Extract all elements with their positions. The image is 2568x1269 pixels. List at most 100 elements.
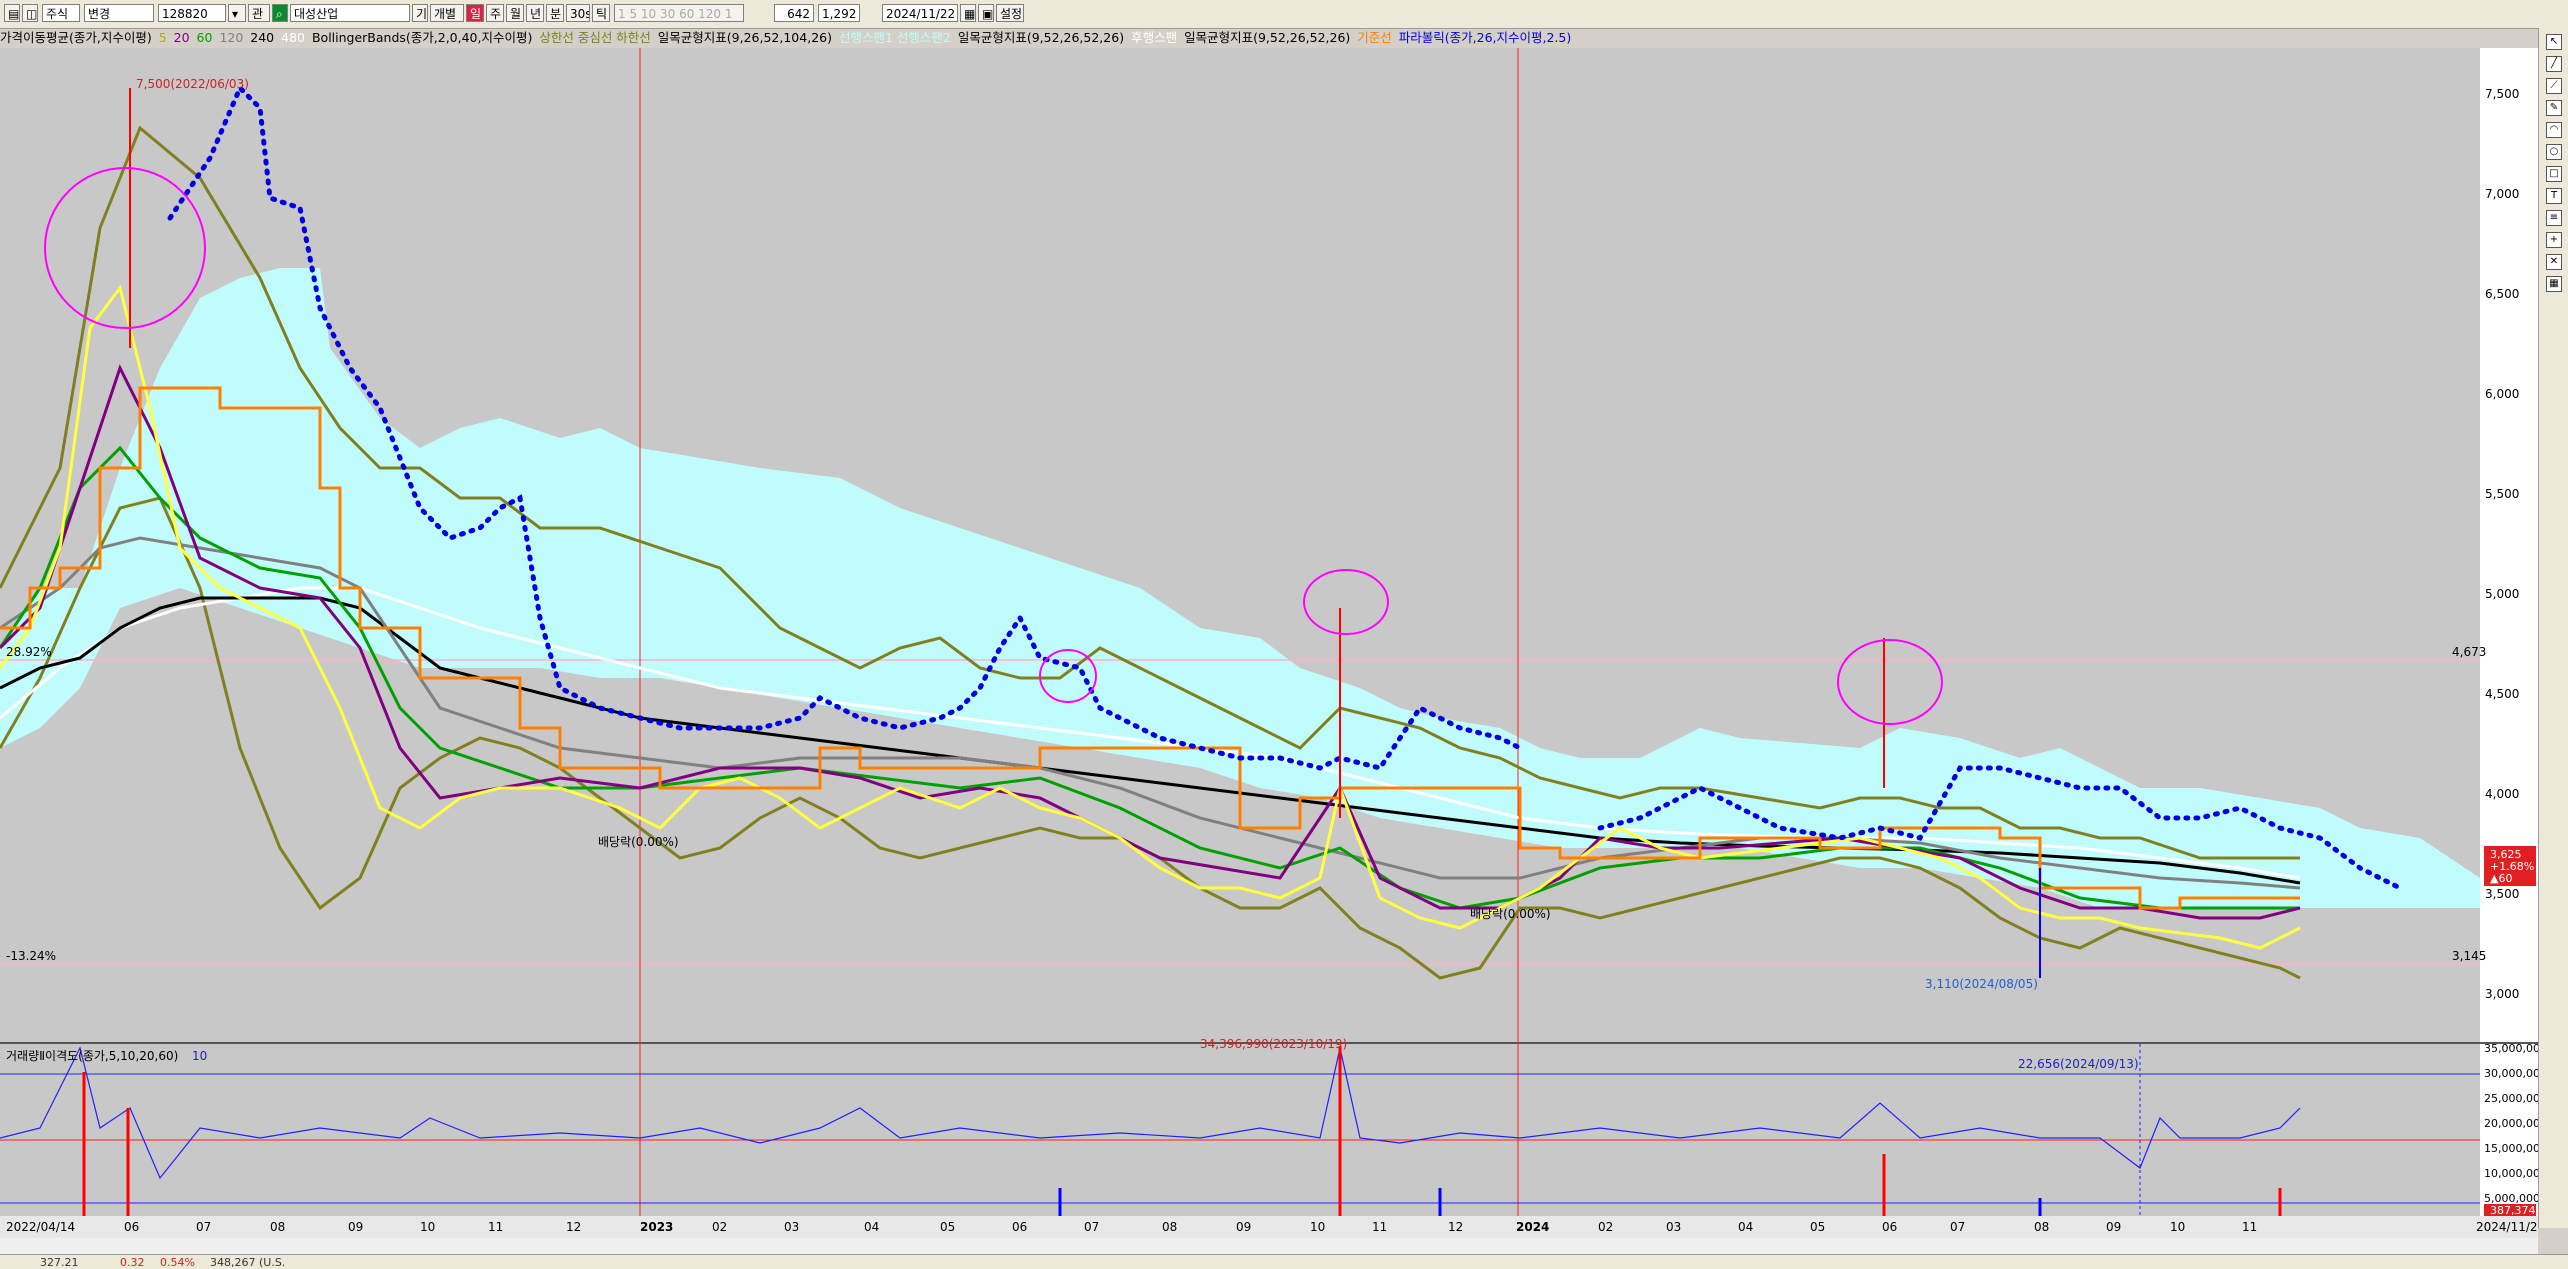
- legend-ma20: 20: [173, 30, 190, 45]
- date-tick: 07: [1084, 1220, 1099, 1234]
- volume-tick: 20,000,000: [2484, 1117, 2538, 1130]
- gi-button[interactable]: 기: [412, 4, 428, 22]
- pen-tool-icon[interactable]: ✎: [2546, 100, 2562, 116]
- line-tool-icon[interactable]: ╱: [2546, 56, 2562, 72]
- tick-presets[interactable]: 1 5 10 30 60 120 1: [614, 4, 744, 22]
- date-tick: 09: [2106, 1220, 2121, 1234]
- price-tick: 4,000: [2485, 787, 2519, 801]
- calendar-icon[interactable]: ▦: [960, 4, 976, 22]
- price-tick: 3,000: [2485, 987, 2519, 1001]
- volume-panel-title: 거래량Ⅱ이격도(종가,5,10,20,60): [6, 1049, 178, 1063]
- status-item: 0.54%: [160, 1256, 195, 1269]
- indicator-legend: 가격이동평균(종가,지수이평) 5 20 60 120 240 480 Boll…: [0, 28, 2490, 48]
- legend-ma60: 60: [196, 30, 213, 45]
- text-tool-icon[interactable]: T: [2546, 188, 2562, 204]
- save-icon[interactable]: ▣: [978, 4, 994, 22]
- chart-area[interactable]: 7,500(2022/06/03) 3,110(2024/08/05) 배당락(…: [0, 28, 2538, 1238]
- legend-ichimoku1-lines: 선행스팬1 선행스팬2: [838, 30, 951, 45]
- price-tick: 7,500: [2485, 87, 2519, 101]
- status-item: 348,267 (U.S.: [210, 1256, 286, 1269]
- sep-button[interactable]: 관: [248, 4, 270, 22]
- current-diff: ▲60: [2490, 872, 2512, 885]
- date-tick: 11: [488, 1220, 503, 1234]
- period-day[interactable]: 일: [466, 4, 484, 22]
- period-month[interactable]: 월: [506, 4, 524, 22]
- volume-tick: 35,000,000: [2484, 1042, 2538, 1055]
- dividend-annotation-1: 배당락(0.00%): [598, 835, 679, 849]
- date-tick: 10: [2170, 1220, 2185, 1234]
- current-volume: 387,374: [2490, 1204, 2536, 1217]
- date-tick: 04: [1738, 1220, 1753, 1234]
- date-tick: 06: [1012, 1220, 1027, 1234]
- color-tool-icon[interactable]: ▦: [2546, 276, 2562, 292]
- price-tick: 7,000: [2485, 187, 2519, 201]
- trend-tool-icon[interactable]: ⟋: [2546, 78, 2562, 94]
- date-tick: 10: [1310, 1220, 1325, 1234]
- arc-tool-icon[interactable]: ◠: [2546, 122, 2562, 138]
- legend-parabolic[interactable]: 파라볼릭(종가,26,지수이평,2.5): [1399, 30, 1571, 45]
- legend-ichimoku1[interactable]: 일목균형지표(9,26,52,104,26): [658, 30, 832, 45]
- delete-tool-icon[interactable]: ✕: [2546, 254, 2562, 270]
- left-low-pct: -13.24%: [6, 949, 56, 963]
- disparity-peak-annotation: 22,656(2024/09/13): [2018, 1057, 2139, 1071]
- cross-tool-icon[interactable]: +: [2546, 232, 2562, 248]
- dropdown-icon[interactable]: ▾: [228, 4, 246, 22]
- legend-ma240: 240: [250, 30, 275, 45]
- individual-button[interactable]: 개별: [430, 4, 464, 22]
- code-input[interactable]: 128820: [158, 4, 226, 22]
- period-year[interactable]: 년: [526, 4, 544, 22]
- rect-tool-icon[interactable]: □: [2546, 166, 2562, 182]
- ellipse-tool-icon[interactable]: ○: [2546, 144, 2562, 160]
- date-tick: 06: [1882, 1220, 1897, 1234]
- statusbar: 327.21 0.32 0.54% 348,267 (U.S.: [0, 1254, 2568, 1269]
- date-tick: 08: [270, 1220, 285, 1234]
- status-item: 0.32: [120, 1256, 145, 1269]
- date-tick: 05: [940, 1220, 955, 1234]
- volume-tick: 10,000,000: [2484, 1167, 2538, 1180]
- volume-panel-title-value: 10: [192, 1049, 207, 1063]
- volume-max-annotation: 34,396,990(2023/10/19): [1200, 1037, 1347, 1051]
- setting-button[interactable]: 설정: [996, 4, 1024, 22]
- date-tick: 08: [1162, 1220, 1177, 1234]
- date-tick: 08: [2034, 1220, 2049, 1234]
- period-30s[interactable]: 30s: [566, 4, 590, 22]
- fib-tool-icon[interactable]: ≡: [2546, 210, 2562, 226]
- date-axis: [0, 1216, 2538, 1238]
- period-week[interactable]: 주: [486, 4, 504, 22]
- search-icon[interactable]: ⌕: [272, 4, 288, 22]
- legend-ichimoku2[interactable]: 일목균형지표(9,52,26,52,26): [958, 30, 1124, 45]
- legend-ma[interactable]: 가격이동평균(종가,지수이평): [0, 30, 152, 45]
- date-tick: 11: [2242, 1220, 2257, 1234]
- period-tick[interactable]: 틱: [592, 4, 610, 22]
- legend-bb[interactable]: BollingerBands(종가,2,0,40,지수이평): [312, 30, 532, 45]
- menu-icon[interactable]: ▤: [4, 4, 20, 22]
- date-tick: 2024: [1516, 1220, 1549, 1234]
- toolbar: ▤ ◫ 주식 변경 128820 ▾ 관 ⌕ 대성산업 기 개별 일 주 월 년…: [0, 0, 2568, 29]
- legend-ichimoku3-lines: 기준선: [1357, 30, 1392, 45]
- date-input[interactable]: 2024/11/22: [882, 4, 958, 22]
- volume-tick: 30,000,000: [2484, 1067, 2538, 1080]
- date-tick: 09: [348, 1220, 363, 1234]
- status-item: 327.21: [40, 1256, 79, 1269]
- date-tick: 02: [1598, 1220, 1613, 1234]
- count-input[interactable]: 642: [774, 4, 814, 22]
- horizontal-scrollbar[interactable]: [0, 1238, 2538, 1255]
- date-tick: 02: [712, 1220, 727, 1234]
- date-tick: 03: [784, 1220, 799, 1234]
- low-line-label: 3,145: [2452, 949, 2486, 963]
- price-tick: 5,500: [2485, 487, 2519, 501]
- drawing-toolbar: ↖ ╱ ⟋ ✎ ◠ ○ □ T ≡ + ✕ ▦: [2538, 28, 2568, 1228]
- market-select[interactable]: 주식: [42, 4, 80, 22]
- date-tick: 05: [1810, 1220, 1825, 1234]
- volume-tick: 25,000,000: [2484, 1092, 2538, 1105]
- window-icon[interactable]: ◫: [22, 4, 38, 22]
- date-tick: 10: [420, 1220, 435, 1234]
- legend-ichimoku3[interactable]: 일목균형지표(9,52,26,52,26): [1184, 30, 1350, 45]
- legend-ma5: 5: [158, 30, 167, 45]
- mode-select[interactable]: 변경: [84, 4, 154, 22]
- volume-tick: 15,000,000: [2484, 1142, 2538, 1155]
- cursor-icon[interactable]: ↖: [2546, 34, 2562, 50]
- date-tick: 12: [1448, 1220, 1463, 1234]
- date-tick: 07: [1950, 1220, 1965, 1234]
- period-minute[interactable]: 분: [546, 4, 564, 22]
